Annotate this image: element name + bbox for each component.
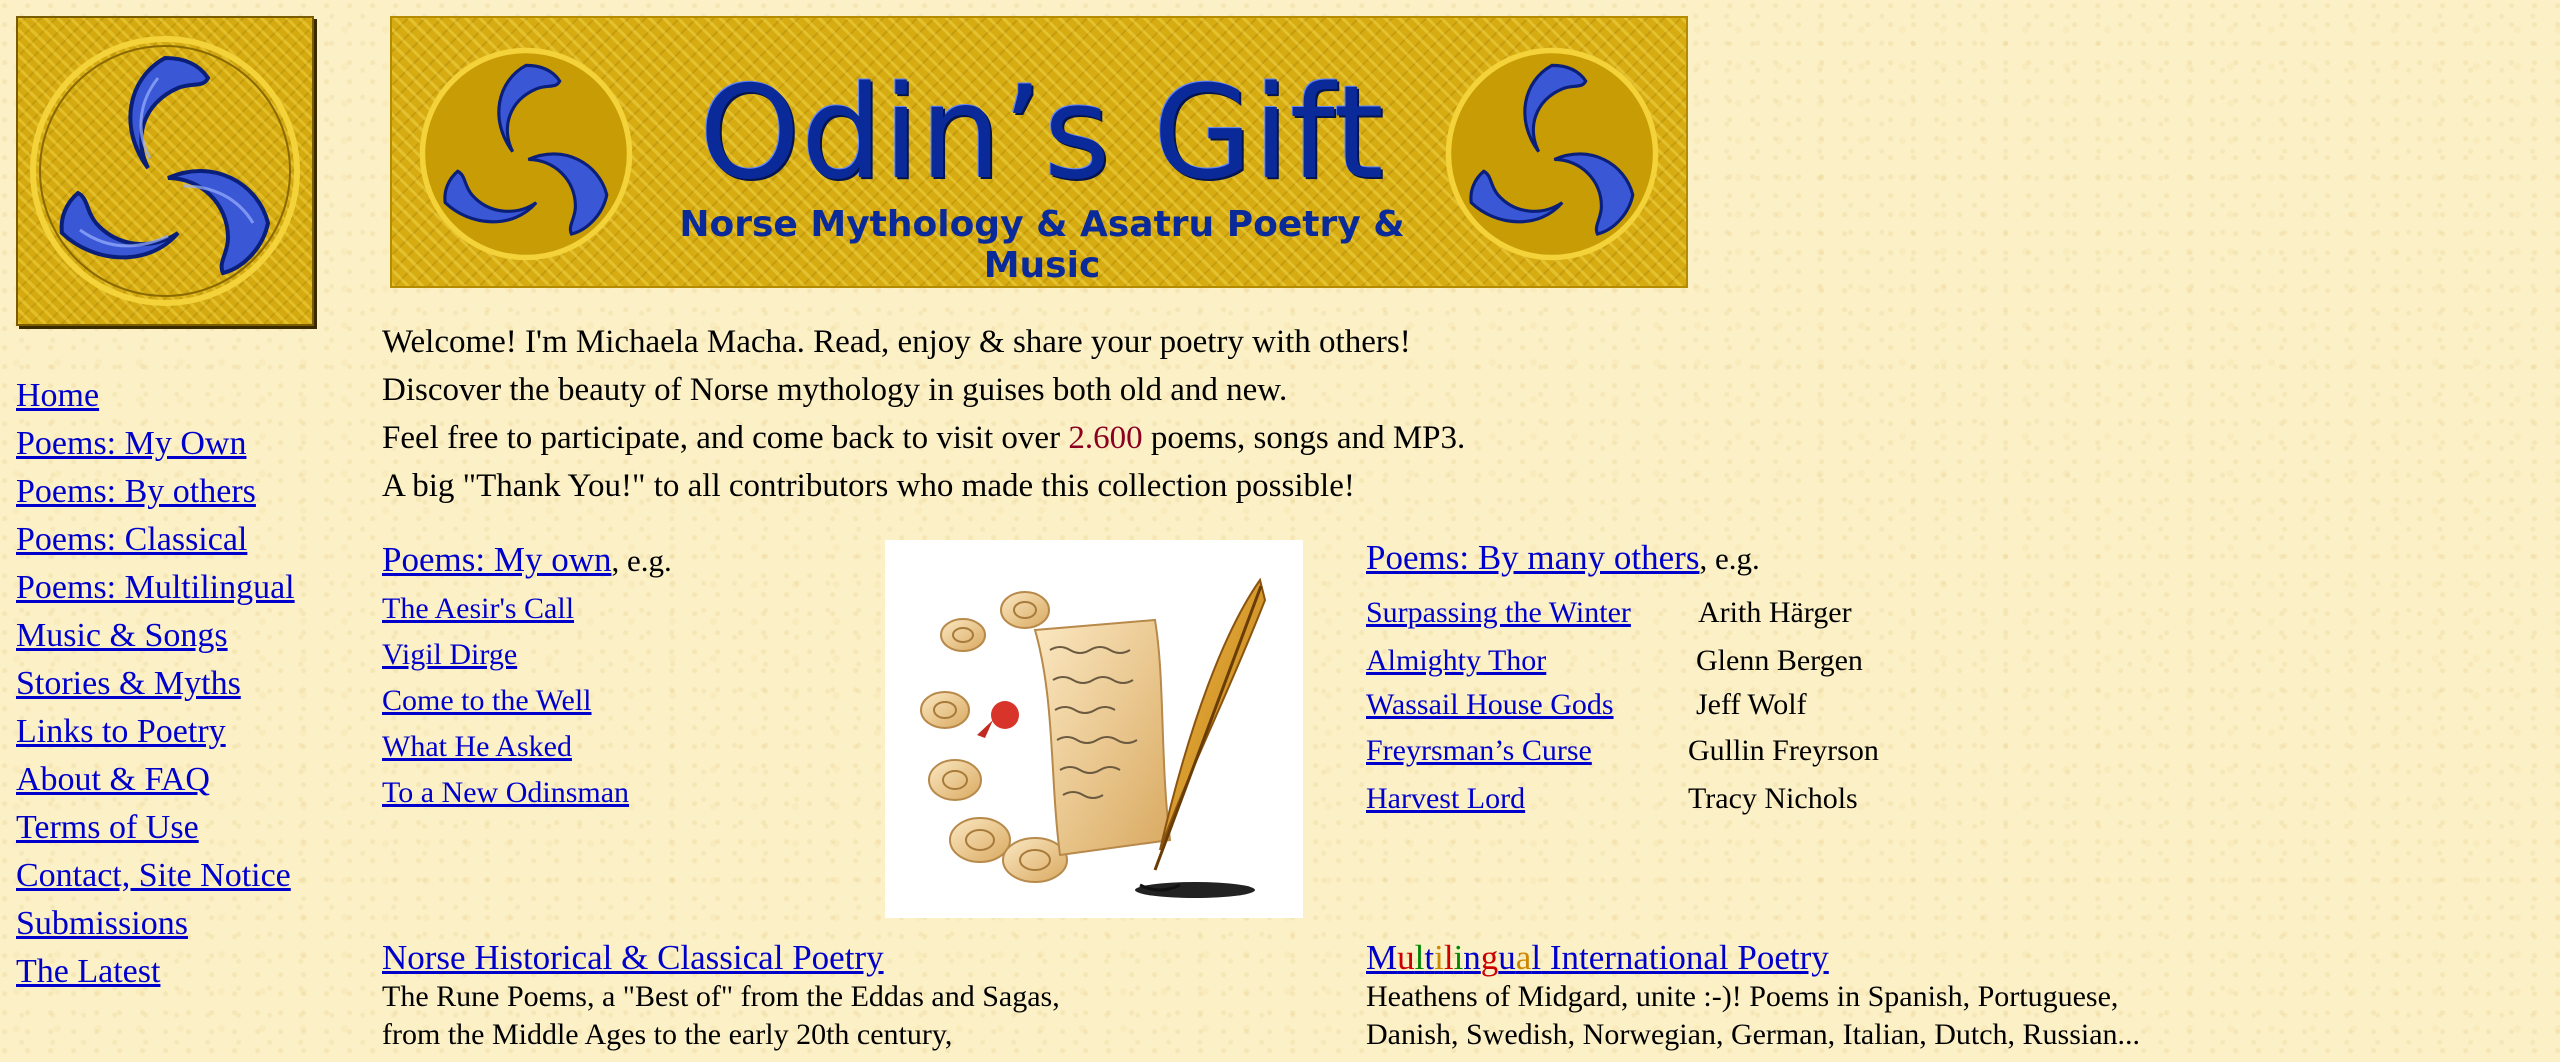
multilingual-colored-word: Multilingual xyxy=(1366,938,1541,977)
sidebar-nav: Home Poems: My Own Poems: By others Poem… xyxy=(16,372,295,996)
poem-author: Gullin Freyrson xyxy=(1688,734,1879,767)
list-item: Surpassing the Winter Arith Härger xyxy=(1366,596,1852,630)
heading-letter: i xyxy=(1434,938,1444,977)
triskele-horn-icon xyxy=(1432,34,1672,279)
nav-poems-my-own[interactable]: Poems: My Own xyxy=(16,420,295,468)
heading-letter: i xyxy=(1453,938,1464,977)
own-poems-heading-link[interactable]: Poems: My own xyxy=(382,540,611,579)
list-item: Freyrsman’s Curse Gullin Freyrson xyxy=(1366,734,1879,768)
poem-author: Glenn Bergen xyxy=(1696,644,1863,677)
heading-letter: l xyxy=(1531,938,1542,977)
own-poems-section: Poems: My own, e.g. The Aesir's Call Vig… xyxy=(382,540,672,816)
others-poems-heading-link[interactable]: Poems: By many others xyxy=(1366,538,1699,577)
welcome-text-pre: Feel free to participate, and come back … xyxy=(382,420,1069,456)
own-poem-link[interactable]: The Aesir's Call xyxy=(382,586,672,632)
eg-label: , e.g. xyxy=(1699,541,1760,576)
welcome-line: A big "Thank You!" to all contributors w… xyxy=(382,468,1355,504)
nav-stories-myths[interactable]: Stories & Myths xyxy=(16,660,295,708)
site-banner[interactable]: Odin’s Gift Norse Mythology & Asatru Poe… xyxy=(390,16,1688,288)
nav-terms-of-use[interactable]: Terms of Use xyxy=(16,804,295,852)
welcome-line: Feel free to participate, and come back … xyxy=(382,414,1465,462)
poem-count: 2.600 xyxy=(1068,420,1143,456)
section-description: The Rune Poems, a "Best of" from the Edd… xyxy=(382,980,1060,1013)
list-item: Harvest Lord Tracy Nichols xyxy=(1366,782,1858,816)
welcome-line: Welcome! I'm Michaela Macha. Read, enjoy… xyxy=(382,324,1411,360)
heading-letter: l xyxy=(1414,938,1425,977)
site-logo[interactable] xyxy=(16,16,314,326)
nav-poems-multilingual[interactable]: Poems: Multilingual xyxy=(16,564,295,612)
scrolls-quill-image xyxy=(885,540,1303,918)
classical-poetry-heading-link[interactable]: Norse Historical & Classical Poetry xyxy=(382,938,1060,978)
others-poem-link[interactable]: Freyrsman’s Curse xyxy=(1366,734,1592,767)
others-poems-section: Poems: By many others, e.g. Surpassing t… xyxy=(1366,538,1879,815)
classical-poetry-section: Norse Historical & Classical Poetry The … xyxy=(382,938,1060,1054)
eg-label: , e.g. xyxy=(611,543,672,578)
others-poem-link[interactable]: Surpassing the Winter xyxy=(1366,596,1631,629)
own-poem-link[interactable]: What He Asked xyxy=(382,724,672,770)
poem-author: Arith Härger xyxy=(1698,596,1852,629)
welcome-line: Discover the beauty of Norse mythology i… xyxy=(382,372,1288,408)
heading-letter: g xyxy=(1480,938,1499,977)
welcome-text-post: poems, songs and MP3. xyxy=(1142,420,1466,456)
list-item: Almighty Thor Glenn Bergen xyxy=(1366,644,1863,678)
triskele-horn-icon xyxy=(406,34,646,279)
poem-author: Tracy Nichols xyxy=(1688,782,1858,815)
nav-links-to-poetry[interactable]: Links to Poetry xyxy=(16,708,295,756)
section-description: Danish, Swedish, Norwegian, German, Ital… xyxy=(1366,1018,2141,1051)
list-item: Wassail House Gods Jeff Wolf xyxy=(1366,688,1807,722)
heading-letter: n xyxy=(1463,938,1481,977)
heading-letter: u xyxy=(1397,938,1415,977)
others-poem-link[interactable]: Harvest Lord xyxy=(1366,782,1525,815)
triskele-horn-icon xyxy=(30,36,300,306)
nav-the-latest[interactable]: The Latest xyxy=(16,948,295,996)
others-poem-link[interactable]: Wassail House Gods xyxy=(1366,688,1614,721)
section-description: Heathens of Midgard, unite :-)! Poems in… xyxy=(1366,980,2119,1013)
own-poem-link[interactable]: Vigil Dirge xyxy=(382,632,672,678)
nav-home[interactable]: Home xyxy=(16,372,295,420)
others-poem-link[interactable]: Almighty Thor xyxy=(1366,644,1546,677)
nav-music-songs[interactable]: Music & Songs xyxy=(16,612,295,660)
multilingual-heading-rest: International Poetry xyxy=(1541,938,1829,977)
section-description: from the Middle Ages to the early 20th c… xyxy=(382,1018,953,1051)
heading-letter: t xyxy=(1424,938,1435,977)
nav-submissions[interactable]: Submissions xyxy=(16,900,295,948)
poem-author: Jeff Wolf xyxy=(1696,688,1807,721)
own-poem-link[interactable]: Come to the Well xyxy=(382,678,672,724)
nav-poems-classical[interactable]: Poems: Classical xyxy=(16,516,295,564)
nav-poems-by-others[interactable]: Poems: By others xyxy=(16,468,295,516)
nav-contact[interactable]: Contact, Site Notice xyxy=(16,852,295,900)
multilingual-poetry-heading-link[interactable]: Multilingual International Poetry xyxy=(1366,938,2140,978)
own-poem-link[interactable]: To a New Odinsman xyxy=(382,770,672,816)
heading-letter: l xyxy=(1443,938,1454,977)
site-subtitle: Norse Mythology & Asatru Poetry & Music xyxy=(679,204,1405,286)
site-title: Odin’s Gift xyxy=(699,59,1385,208)
multilingual-poetry-section: Multilingual International Poetry Heathe… xyxy=(1366,938,2140,1054)
heading-letter: a xyxy=(1515,938,1532,977)
heading-letter: u xyxy=(1498,938,1516,977)
nav-about-faq[interactable]: About & FAQ xyxy=(16,756,295,804)
welcome-text: Welcome! I'm Michaela Macha. Read, enjoy… xyxy=(382,318,1465,510)
heading-letter: M xyxy=(1366,938,1398,977)
